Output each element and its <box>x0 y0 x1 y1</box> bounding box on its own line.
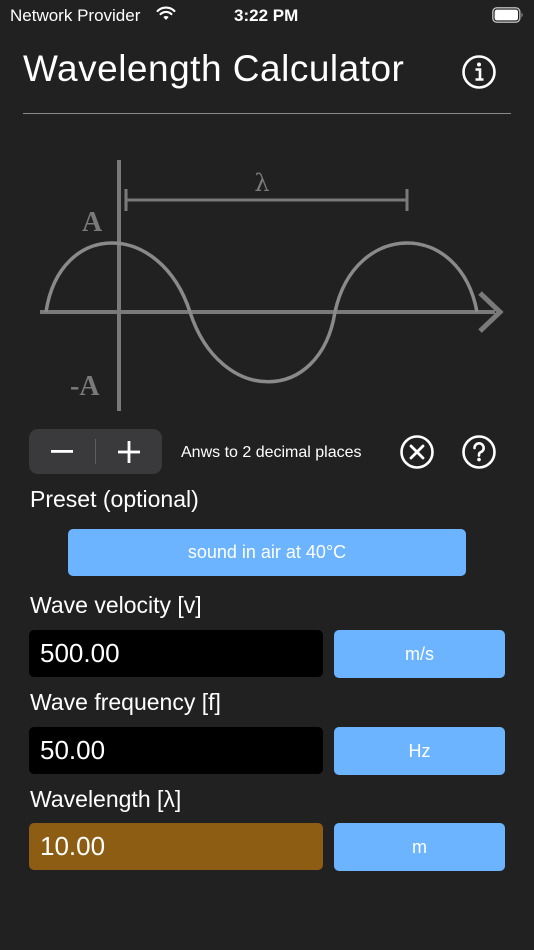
frequency-input[interactable]: 50.00 <box>29 727 323 774</box>
plus-icon <box>118 440 140 463</box>
wifi-icon <box>156 6 176 20</box>
velocity-input[interactable]: 500.00 <box>29 630 323 677</box>
carrier-name: Network Provider <box>10 6 141 25</box>
preset-label: Preset (optional) <box>30 486 199 512</box>
minus-icon <box>51 449 73 453</box>
amplitude-label: A <box>82 207 103 238</box>
info-icon[interactable] <box>461 54 497 90</box>
decimals-label: Anws to 2 decimal places <box>181 444 362 461</box>
status-bar: Network Provider 3:22 PM <box>0 0 534 30</box>
preset-button[interactable]: sound in air at 40°C <box>68 529 466 576</box>
decrease-decimals-button[interactable] <box>29 429 95 474</box>
wavelength-unit-button[interactable]: m <box>334 823 505 871</box>
battery-icon <box>492 7 523 23</box>
velocity-unit-button[interactable]: m/s <box>334 630 505 678</box>
decimal-stepper <box>29 429 162 474</box>
frequency-label: Wave frequency [f] <box>30 689 221 715</box>
lambda-label: λ <box>254 169 269 197</box>
increase-decimals-button[interactable] <box>96 429 162 474</box>
wavelength-label: Wavelength [λ] <box>30 786 182 812</box>
header-divider <box>23 113 511 114</box>
velocity-label: Wave velocity [v] <box>30 592 202 618</box>
wave-diagram: λ A -A <box>40 160 504 411</box>
neg-amplitude-label: -A <box>70 371 100 402</box>
app-screen: Network Provider 3:22 PM Wavelength Calc… <box>0 0 534 950</box>
status-time: 3:22 PM <box>234 6 299 25</box>
frequency-unit-button[interactable]: Hz <box>334 727 505 775</box>
help-question-icon[interactable] <box>461 434 497 470</box>
clear-circle-x-icon[interactable] <box>399 434 435 470</box>
page-title: Wavelength Calculator <box>23 48 405 89</box>
wavelength-result[interactable]: 10.00 <box>29 823 323 870</box>
